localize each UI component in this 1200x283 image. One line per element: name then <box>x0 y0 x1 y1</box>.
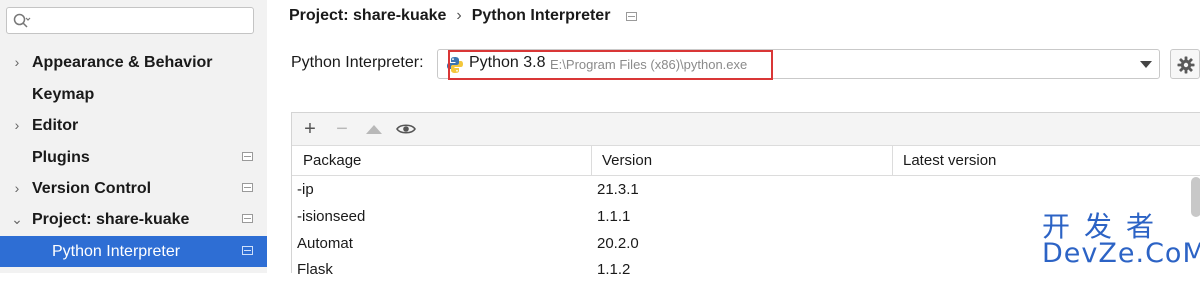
watermark-en: DevZe.CoM <box>1042 238 1200 269</box>
project-settings-icon <box>242 246 253 255</box>
table-row[interactable]: -ip 21.3.1 <box>292 176 1192 203</box>
package-version: 20.2.0 <box>597 235 639 252</box>
chevron-down-icon: ⌄ <box>11 211 23 227</box>
packages-table-header: Package Version Latest version <box>292 146 1200 176</box>
search-icon <box>13 13 31 28</box>
breadcrumb: Project: share-kuake › Python Interpreter <box>289 5 638 27</box>
watermark-logo: 开发者 DevZe.CoM <box>1040 205 1200 273</box>
package-version: 1.1.1 <box>597 208 631 225</box>
package-name: -isionseed <box>297 208 366 225</box>
triangle-up-icon <box>366 125 382 134</box>
eye-icon <box>396 124 416 134</box>
column-divider <box>591 146 592 176</box>
sidebar-item-appearance-behavior[interactable]: › Appearance & Behavior <box>0 47 267 78</box>
chevron-right-icon: › <box>14 117 20 133</box>
chevron-right-icon: › <box>14 180 20 196</box>
settings-sidebar: › Appearance & Behavior Keymap › Editor … <box>0 0 267 273</box>
packages-toolbar: + − <box>292 113 1200 146</box>
sidebar-item-label: Version Control <box>32 180 152 197</box>
search-input[interactable] <box>6 7 254 34</box>
remove-package-button[interactable]: − <box>330 113 354 146</box>
package-name: Automat <box>297 235 353 252</box>
interpreter-settings-button[interactable] <box>1170 49 1200 79</box>
package-name: -ip <box>297 181 314 198</box>
column-header-version[interactable]: Version <box>602 146 652 176</box>
sidebar-item-keymap[interactable]: Keymap <box>0 79 267 110</box>
sidebar-item-project[interactable]: ⌄ Project: share-kuake <box>0 204 267 235</box>
column-divider <box>892 146 893 176</box>
project-settings-icon <box>626 12 638 21</box>
project-settings-icon <box>242 152 253 161</box>
sidebar-item-label: Editor <box>32 117 79 134</box>
sidebar-item-editor[interactable]: › Editor <box>0 110 267 141</box>
dropdown-arrow-icon[interactable] <box>1140 61 1152 68</box>
breadcrumb-project[interactable]: Project: share-kuake <box>289 5 446 27</box>
project-settings-icon <box>242 183 253 192</box>
column-header-package[interactable]: Package <box>303 146 361 176</box>
sidebar-item-version-control[interactable]: › Version Control <box>0 173 267 204</box>
sidebar-item-label: Plugins <box>32 149 90 166</box>
package-version: 1.1.2 <box>597 261 631 278</box>
sidebar-item-label: Appearance & Behavior <box>32 54 213 71</box>
package-name: Flask <box>297 261 333 278</box>
sidebar-item-python-interpreter[interactable]: Python Interpreter <box>0 236 267 267</box>
project-settings-icon <box>242 214 253 223</box>
interpreter-label: Python Interpreter: <box>291 54 424 71</box>
upgrade-package-button[interactable] <box>362 113 386 146</box>
show-latest-button[interactable] <box>394 113 418 146</box>
sidebar-item-label: Python Interpreter <box>52 243 181 260</box>
page-title: Python Interpreter <box>471 7 611 24</box>
sidebar-item-label: Project: share-kuake <box>32 211 190 228</box>
column-header-latest-version[interactable]: Latest version <box>903 146 996 176</box>
interpreter-highlight-box <box>448 50 773 80</box>
chevron-right-icon: › <box>14 54 20 70</box>
sidebar-item-plugins[interactable]: Plugins <box>0 142 267 173</box>
package-version: 21.3.1 <box>597 181 639 198</box>
sidebar-item-label: Keymap <box>32 86 95 103</box>
breadcrumb-separator: › <box>456 7 462 24</box>
add-package-button[interactable]: + <box>298 113 322 146</box>
gear-icon <box>1177 56 1195 74</box>
